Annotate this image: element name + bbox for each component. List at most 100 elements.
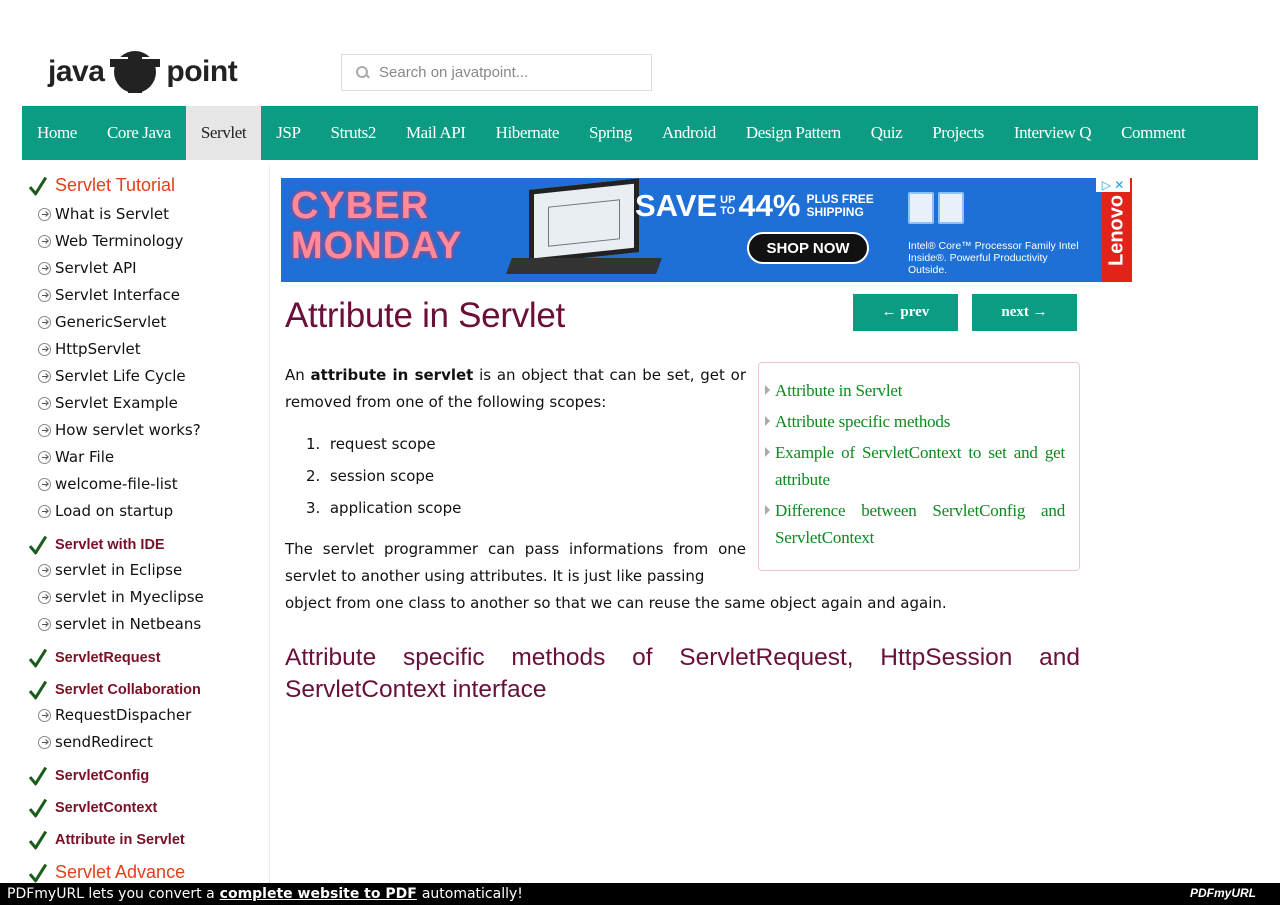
- prev-button[interactable]: ← prev: [853, 294, 958, 331]
- intro-paragraph: An attribute in servlet is an object tha…: [285, 362, 746, 416]
- sidebar-item-label: servlet in Eclipse: [55, 561, 183, 579]
- nav-item-interview-q[interactable]: Interview Q: [999, 106, 1106, 160]
- sidebar-section-servlet-tutorial[interactable]: Servlet Tutorial: [28, 175, 175, 196]
- sidebar-section-servletrequest[interactable]: ServletRequest: [28, 648, 161, 668]
- sidebar-item-requestdispacher[interactable]: RequestDispacher: [38, 706, 191, 724]
- sidebar-item-servlet-life-cycle[interactable]: Servlet Life Cycle: [38, 367, 186, 385]
- table-of-contents: Attribute in Servlet Attribute specific m…: [758, 362, 1080, 571]
- nav-item-android[interactable]: Android: [647, 106, 731, 160]
- sidebar-item-label: HttpServlet: [55, 340, 141, 358]
- sidebar-item-label: Servlet Interface: [55, 286, 180, 304]
- sidebar-item-servlet-in-netbeans[interactable]: servlet in Netbeans: [38, 615, 201, 633]
- sidebar-item-genericservlet[interactable]: GenericServlet: [38, 313, 166, 331]
- toc-link[interactable]: Difference between ServletConfig and Ser…: [765, 497, 1065, 551]
- sidebar-section-servlet-advance[interactable]: Servlet Advance: [28, 862, 185, 883]
- nav-item-hibernate[interactable]: Hibernate: [481, 106, 574, 160]
- section-heading: Attribute specific methods of ServletReq…: [285, 644, 1080, 703]
- intel-badge-icon: [938, 192, 964, 224]
- sidebar: Servlet Tutorial What is Servlet Web Termi…: [22, 165, 270, 883]
- footer-link[interactable]: complete website to PDF: [220, 886, 417, 902]
- lenovo-logo: Lenovo: [1102, 178, 1132, 282]
- intel-badge-icon: [908, 192, 934, 224]
- sidebar-section-servletconfig[interactable]: ServletConfig: [28, 766, 149, 786]
- shop-now-button[interactable]: SHOP NOW: [747, 232, 869, 264]
- javatpoint-logo[interactable]: java point: [48, 50, 238, 94]
- toc-link[interactable]: Attribute specific methods: [765, 408, 1065, 435]
- adchoices-close-icon[interactable]: ▷ ✕: [1096, 178, 1130, 192]
- arrow-circle-icon: [38, 342, 51, 356]
- search-icon: [356, 65, 370, 80]
- ad-percent: 44%: [738, 188, 801, 223]
- sidebar-section-servletcontext[interactable]: ServletContext: [28, 798, 157, 818]
- ad-free-1: PLUS FREE: [806, 192, 874, 206]
- sidebar-section-title: Servlet Collaboration: [55, 682, 201, 698]
- nav-item-servlet[interactable]: Servlet: [185, 106, 262, 160]
- checkmark-icon: [28, 766, 50, 786]
- toc-link[interactable]: Example of ServletContext to set and get…: [765, 439, 1065, 493]
- sidebar-item-servlet-api[interactable]: Servlet API: [38, 259, 137, 277]
- ad-cyber-monday: CYBER MONDAY: [291, 186, 462, 266]
- arrow-circle-icon: [38, 504, 51, 518]
- paragraph-2: The servlet programmer can pass informat…: [285, 540, 746, 585]
- sidebar-item-label: How servlet works?: [55, 421, 201, 439]
- arrow-circle-icon: [38, 617, 51, 631]
- sidebar-section-attribute-in-servlet[interactable]: Attribute in Servlet: [28, 830, 185, 850]
- arrow-circle-icon: [38, 423, 51, 437]
- toc-link-text: Attribute specific methods: [775, 412, 951, 431]
- sidebar-section-servlet-with-ide[interactable]: Servlet with IDE: [28, 535, 165, 555]
- arrow-circle-icon: [38, 207, 51, 221]
- search-input[interactable]: [379, 64, 639, 81]
- next-button[interactable]: next →: [972, 294, 1077, 331]
- nav-item-design-pattern[interactable]: Design Pattern: [731, 106, 856, 160]
- nav-item-struts2[interactable]: Struts2: [316, 106, 391, 160]
- page-title: Attribute in Servlet: [285, 296, 565, 335]
- nav-item-comment[interactable]: Comment: [1106, 106, 1200, 160]
- checkmark-icon: [28, 648, 50, 668]
- checkmark-icon: [28, 798, 50, 818]
- checkmark-icon: [28, 830, 50, 850]
- sidebar-item-welcome-file-list[interactable]: welcome-file-list: [38, 475, 178, 493]
- arrow-circle-icon: [38, 234, 51, 248]
- sidebar-item-label: Web Terminology: [55, 232, 184, 250]
- toc-link[interactable]: Attribute in Servlet: [765, 377, 1065, 404]
- paragraph-3: object from one class to another so that…: [285, 594, 947, 612]
- nav-item-jsp[interactable]: JSP: [261, 106, 315, 160]
- sidebar-item-what-is-servlet[interactable]: What is Servlet: [38, 205, 169, 223]
- ad-banner[interactable]: CYBER MONDAY SAVE UP TO 44% PLUS FREE SHIP…: [281, 178, 1132, 282]
- list-item: 1. request scope: [306, 435, 436, 453]
- sidebar-item-sendredirect[interactable]: sendRedirect: [38, 733, 153, 751]
- checkmark-icon: [28, 863, 50, 883]
- sidebar-item-servlet-in-eclipse[interactable]: servlet in Eclipse: [38, 561, 182, 579]
- nav-item-core-java[interactable]: Core Java: [92, 106, 186, 160]
- ad-upto: UP TO: [720, 195, 735, 217]
- arrow-circle-icon: [38, 369, 51, 383]
- sidebar-item-httpservlet[interactable]: HttpServlet: [38, 340, 141, 358]
- search-box[interactable]: [341, 54, 652, 91]
- sidebar-item-servlet-example[interactable]: Servlet Example: [38, 394, 178, 412]
- arrow-circle-icon: [38, 450, 51, 464]
- footer-pre: PDFmyURL lets you convert a: [7, 886, 215, 902]
- sidebar-item-label: Servlet Example: [55, 394, 178, 412]
- nav-item-quiz[interactable]: Quiz: [856, 106, 917, 160]
- nav-item-home[interactable]: Home: [22, 106, 92, 160]
- arrow-circle-icon: [38, 396, 51, 410]
- sidebar-item-web-terminology[interactable]: Web Terminology: [38, 232, 183, 250]
- ad-save-text: SAVE UP TO 44% PLUS FREE SHIPPING: [635, 188, 874, 224]
- nav-item-projects[interactable]: Projects: [917, 106, 999, 160]
- sidebar-item-how-servlet-works-[interactable]: How servlet works?: [38, 421, 201, 439]
- nav-item-spring[interactable]: Spring: [574, 106, 647, 160]
- sidebar-item-label: servlet in Netbeans: [55, 615, 202, 633]
- sidebar-item-label: RequestDispacher: [55, 706, 192, 724]
- sidebar-item-load-on-startup[interactable]: Load on startup: [38, 502, 173, 520]
- sidebar-item-servlet-interface[interactable]: Servlet Interface: [38, 286, 180, 304]
- sidebar-section-servlet-collaboration[interactable]: Servlet Collaboration: [28, 680, 201, 700]
- list-item-text: application scope: [329, 499, 462, 517]
- sidebar-item-servlet-in-myeclipse[interactable]: servlet in Myeclipse: [38, 588, 204, 606]
- nav-item-mail-api[interactable]: Mail API: [391, 106, 481, 160]
- checkmark-icon: [28, 176, 50, 196]
- sidebar-item-war-file[interactable]: War File: [38, 448, 114, 466]
- arrow-circle-icon: [38, 708, 51, 722]
- sidebar-item-label: welcome-file-list: [55, 475, 178, 493]
- list-item-text: session scope: [329, 467, 435, 485]
- triangle-right-icon: [765, 505, 770, 515]
